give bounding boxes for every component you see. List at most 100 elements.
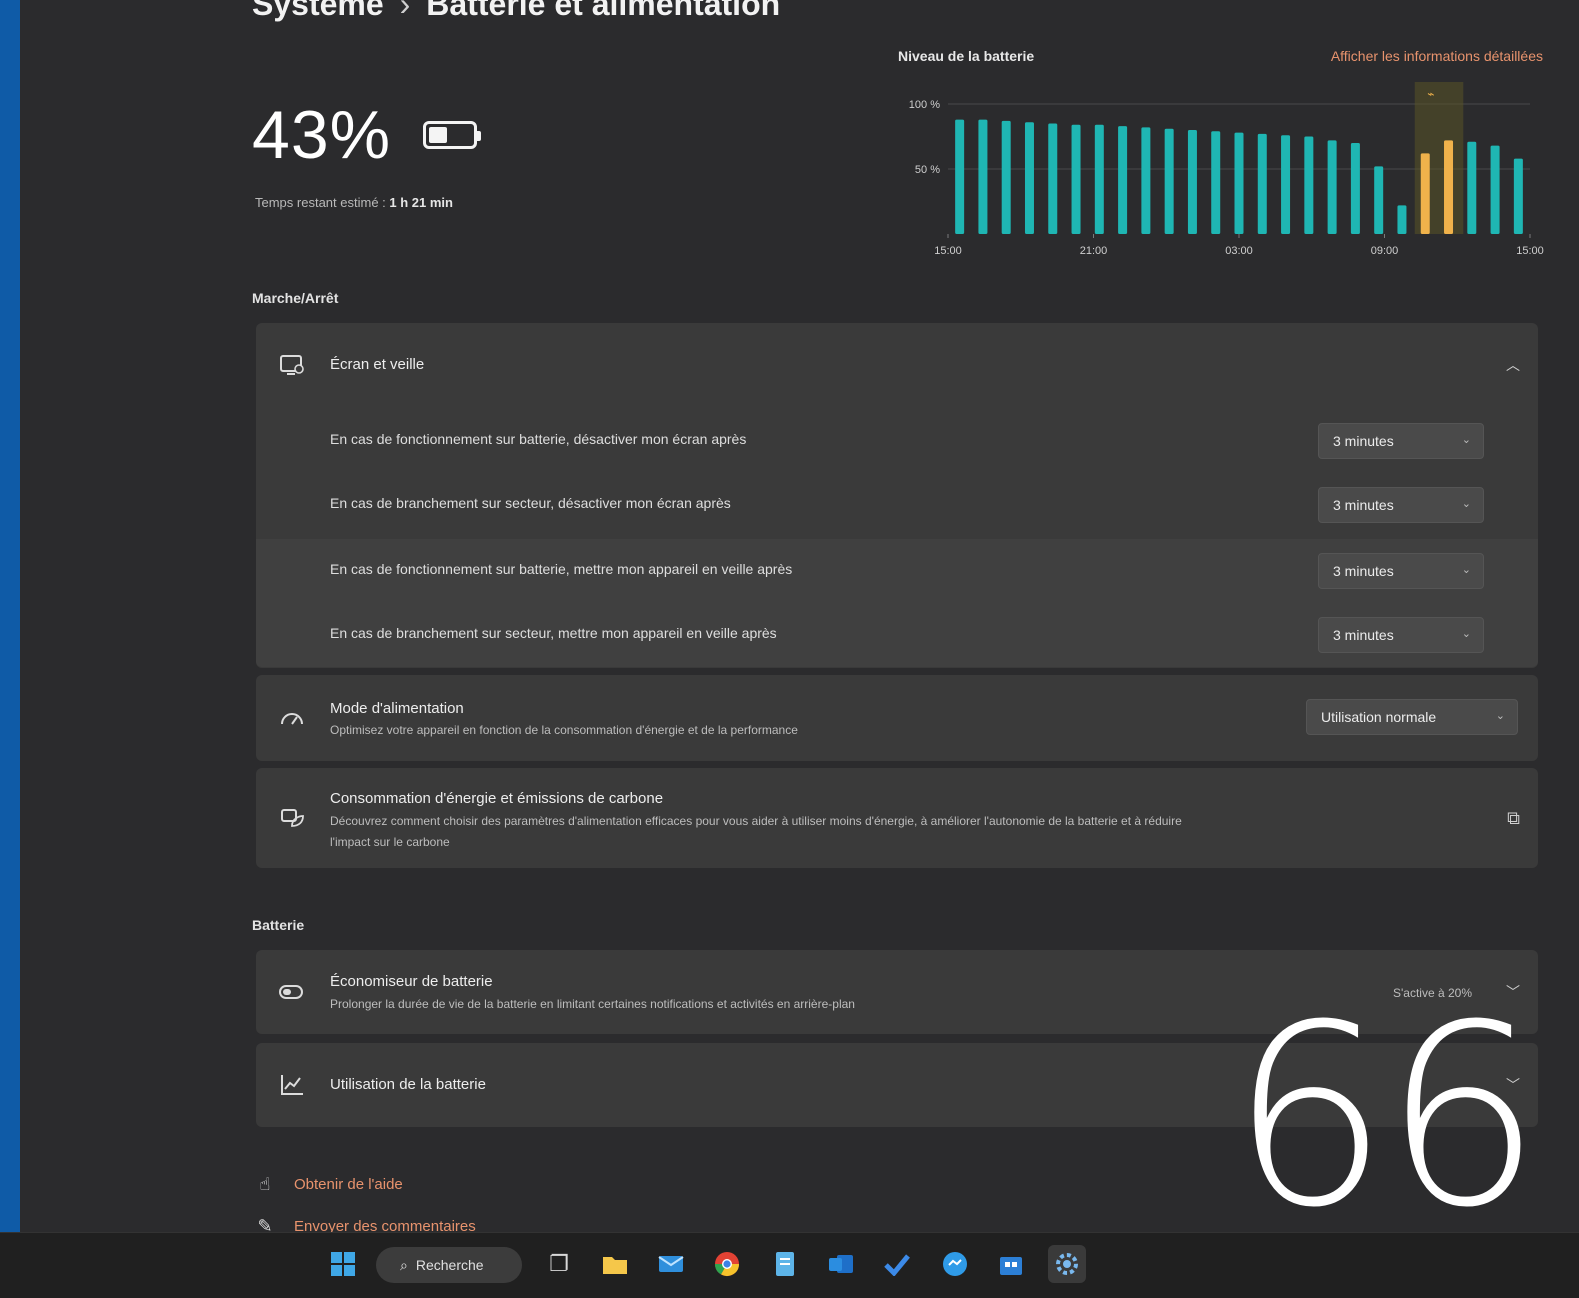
x-tick-label: 03:00 bbox=[1225, 245, 1253, 257]
screen-sleep-title: Écran et veille bbox=[330, 356, 425, 373]
screen-sleep-card: Écran et veille ︿ En cas de fonctionneme… bbox=[256, 323, 1538, 668]
breadcrumb: Système › Batterie et alimentation bbox=[252, 0, 780, 23]
charging-plug-icon: ⌁ bbox=[1427, 87, 1434, 101]
chart-bar bbox=[955, 119, 965, 234]
file-explorer-icon[interactable] bbox=[596, 1245, 634, 1283]
taskbar: ⌕ Recherche ❐ bbox=[0, 1232, 1579, 1298]
outlook-icon[interactable] bbox=[822, 1245, 860, 1283]
chart-bar bbox=[1001, 120, 1011, 234]
x-tick-label: 21:00 bbox=[1080, 245, 1108, 257]
estimated-remaining: Temps restant estimé : 1 h 21 min bbox=[255, 195, 453, 210]
battery-usage-title: Utilisation de la batterie bbox=[330, 1076, 486, 1093]
overlay-number: 66 bbox=[1230, 971, 1542, 1262]
chrome-icon[interactable] bbox=[708, 1245, 746, 1283]
messenger-icon[interactable] bbox=[936, 1245, 974, 1283]
setting-row: En cas de fonctionnement sur batterie, d… bbox=[256, 409, 1538, 473]
setting-row-label: En cas de fonctionnement sur batterie, m… bbox=[330, 561, 793, 577]
detailed-info-link[interactable]: Afficher les informations détaillées bbox=[1331, 48, 1543, 64]
setting-row-label: En cas de branchement sur secteur, mettr… bbox=[330, 625, 777, 641]
battery-summary: 43% bbox=[252, 96, 482, 174]
section-battery-label: Batterie bbox=[252, 917, 305, 933]
dropdown-value: 3 minutes bbox=[1333, 563, 1394, 579]
energy-carbon-card[interactable]: Consommation d'énergie et émissions de c… bbox=[256, 768, 1538, 868]
chevron-down-icon: ⌄ bbox=[1461, 434, 1471, 446]
chart-bar bbox=[1513, 158, 1523, 234]
section-power-label: Marche/Arrêt bbox=[252, 290, 339, 306]
energy-title: Consommation d'énergie et émissions de c… bbox=[330, 790, 664, 807]
left-window-edge bbox=[0, 0, 20, 1297]
battery-saver-description: Prolonger la durée de vie de la batterie… bbox=[330, 997, 855, 1011]
taskbar-search[interactable]: ⌕ Recherche bbox=[376, 1247, 522, 1283]
battery-icon bbox=[423, 121, 482, 149]
chart-bar bbox=[1350, 143, 1360, 234]
todo-check-icon[interactable] bbox=[878, 1245, 916, 1283]
energy-description-line2: l'impact sur le carbone bbox=[330, 835, 450, 849]
chevron-down-icon: ⌄ bbox=[1461, 498, 1471, 510]
chart-bar bbox=[1281, 135, 1291, 234]
leaf-energy-icon bbox=[278, 804, 306, 832]
power-mode-card: Mode d'alimentation Optimisez votre appa… bbox=[256, 675, 1538, 761]
x-tick-label: 15:00 bbox=[1516, 245, 1544, 257]
settings-gear-icon[interactable] bbox=[1048, 1245, 1086, 1283]
chart-bar bbox=[1467, 141, 1477, 234]
power-mode-dropdown[interactable]: Utilisation normale ⌄ bbox=[1306, 699, 1518, 735]
power-mode-icon bbox=[278, 705, 306, 733]
dropdown-value: Utilisation normale bbox=[1321, 709, 1437, 725]
help-icon: ☝ bbox=[259, 1174, 271, 1194]
help-link-label: Obtenir de l'aide bbox=[294, 1176, 403, 1193]
battery-saver-title: Économiseur de batterie bbox=[330, 973, 493, 990]
chart-bar bbox=[1304, 136, 1314, 234]
screen-sleep-header[interactable]: Écran et veille ︿ bbox=[256, 323, 1538, 407]
y-tick-label: 100 % bbox=[909, 99, 940, 111]
setting-row-label: En cas de branchement sur secteur, désac… bbox=[330, 495, 731, 511]
chart-bar bbox=[1234, 132, 1244, 234]
setting-row: En cas de branchement sur secteur, mettr… bbox=[256, 603, 1538, 667]
chart-bar bbox=[1211, 131, 1221, 234]
screen-off-plugged-dropdown[interactable]: 3 minutes ⌄ bbox=[1318, 487, 1484, 523]
external-link-icon[interactable]: ⧉ bbox=[1507, 808, 1520, 829]
chart-bar bbox=[1094, 124, 1104, 234]
chevron-up-icon[interactable]: ︿ bbox=[1506, 355, 1520, 375]
chart-title: Niveau de la batterie bbox=[898, 48, 1035, 64]
chart-bar bbox=[1374, 166, 1384, 234]
start-windows-icon[interactable] bbox=[324, 1245, 362, 1283]
battery-level-chart: 100 % 50 % ⌁ 15:00 21:00 03:00 09:00 15:00 bbox=[909, 82, 1544, 257]
chart-bar bbox=[1444, 140, 1454, 234]
remaining-prefix: Temps restant estimé : bbox=[255, 195, 386, 210]
sleep-plugged-dropdown[interactable]: 3 minutes ⌄ bbox=[1318, 617, 1484, 653]
setting-row-label: En cas de fonctionnement sur batterie, d… bbox=[330, 431, 747, 447]
breadcrumb-separator: › bbox=[399, 0, 411, 22]
task-view-icon[interactable]: ❐ bbox=[540, 1245, 578, 1283]
chart-bar bbox=[1397, 205, 1407, 234]
chart-bar bbox=[1327, 140, 1337, 234]
search-label: Recherche bbox=[415, 1257, 484, 1273]
monitor-sleep-icon bbox=[278, 351, 306, 379]
chart-bar bbox=[1071, 124, 1081, 234]
chart-bar bbox=[1048, 123, 1058, 234]
screen-off-battery-dropdown[interactable]: 3 minutes ⌄ bbox=[1318, 423, 1484, 459]
breadcrumb-parent[interactable]: Système bbox=[252, 0, 384, 22]
sleep-battery-dropdown[interactable]: 3 minutes ⌄ bbox=[1318, 553, 1484, 589]
mail-icon[interactable] bbox=[652, 1245, 690, 1283]
chevron-down-icon: ⌄ bbox=[1461, 628, 1471, 640]
chart-bar bbox=[1490, 145, 1500, 234]
battery-level-fill bbox=[429, 127, 448, 143]
dropdown-value: 3 minutes bbox=[1333, 433, 1394, 449]
chart-bar bbox=[1187, 130, 1197, 234]
power-mode-title: Mode d'alimentation bbox=[330, 700, 464, 717]
chart-bar bbox=[1141, 127, 1151, 234]
x-tick-label: 09:00 bbox=[1371, 245, 1399, 257]
remaining-value: 1 h 21 min bbox=[389, 195, 453, 210]
notepad-icon[interactable] bbox=[766, 1245, 804, 1283]
energy-description-line1: Découvrez comment choisir des paramètres… bbox=[330, 814, 1182, 828]
help-link[interactable]: ☝ Obtenir de l'aide bbox=[254, 1174, 403, 1195]
store-icon[interactable] bbox=[992, 1245, 1030, 1283]
dropdown-value: 3 minutes bbox=[1333, 627, 1394, 643]
chevron-down-icon: ⌄ bbox=[1461, 564, 1471, 576]
y-tick-label: 50 % bbox=[915, 164, 940, 176]
breadcrumb-current: Batterie et alimentation bbox=[426, 0, 781, 22]
search-icon: ⌕ bbox=[400, 1256, 408, 1273]
setting-row: En cas de branchement sur secteur, désac… bbox=[256, 473, 1538, 537]
chart-bar bbox=[1118, 126, 1128, 234]
battery-percent: 43% bbox=[252, 97, 392, 173]
